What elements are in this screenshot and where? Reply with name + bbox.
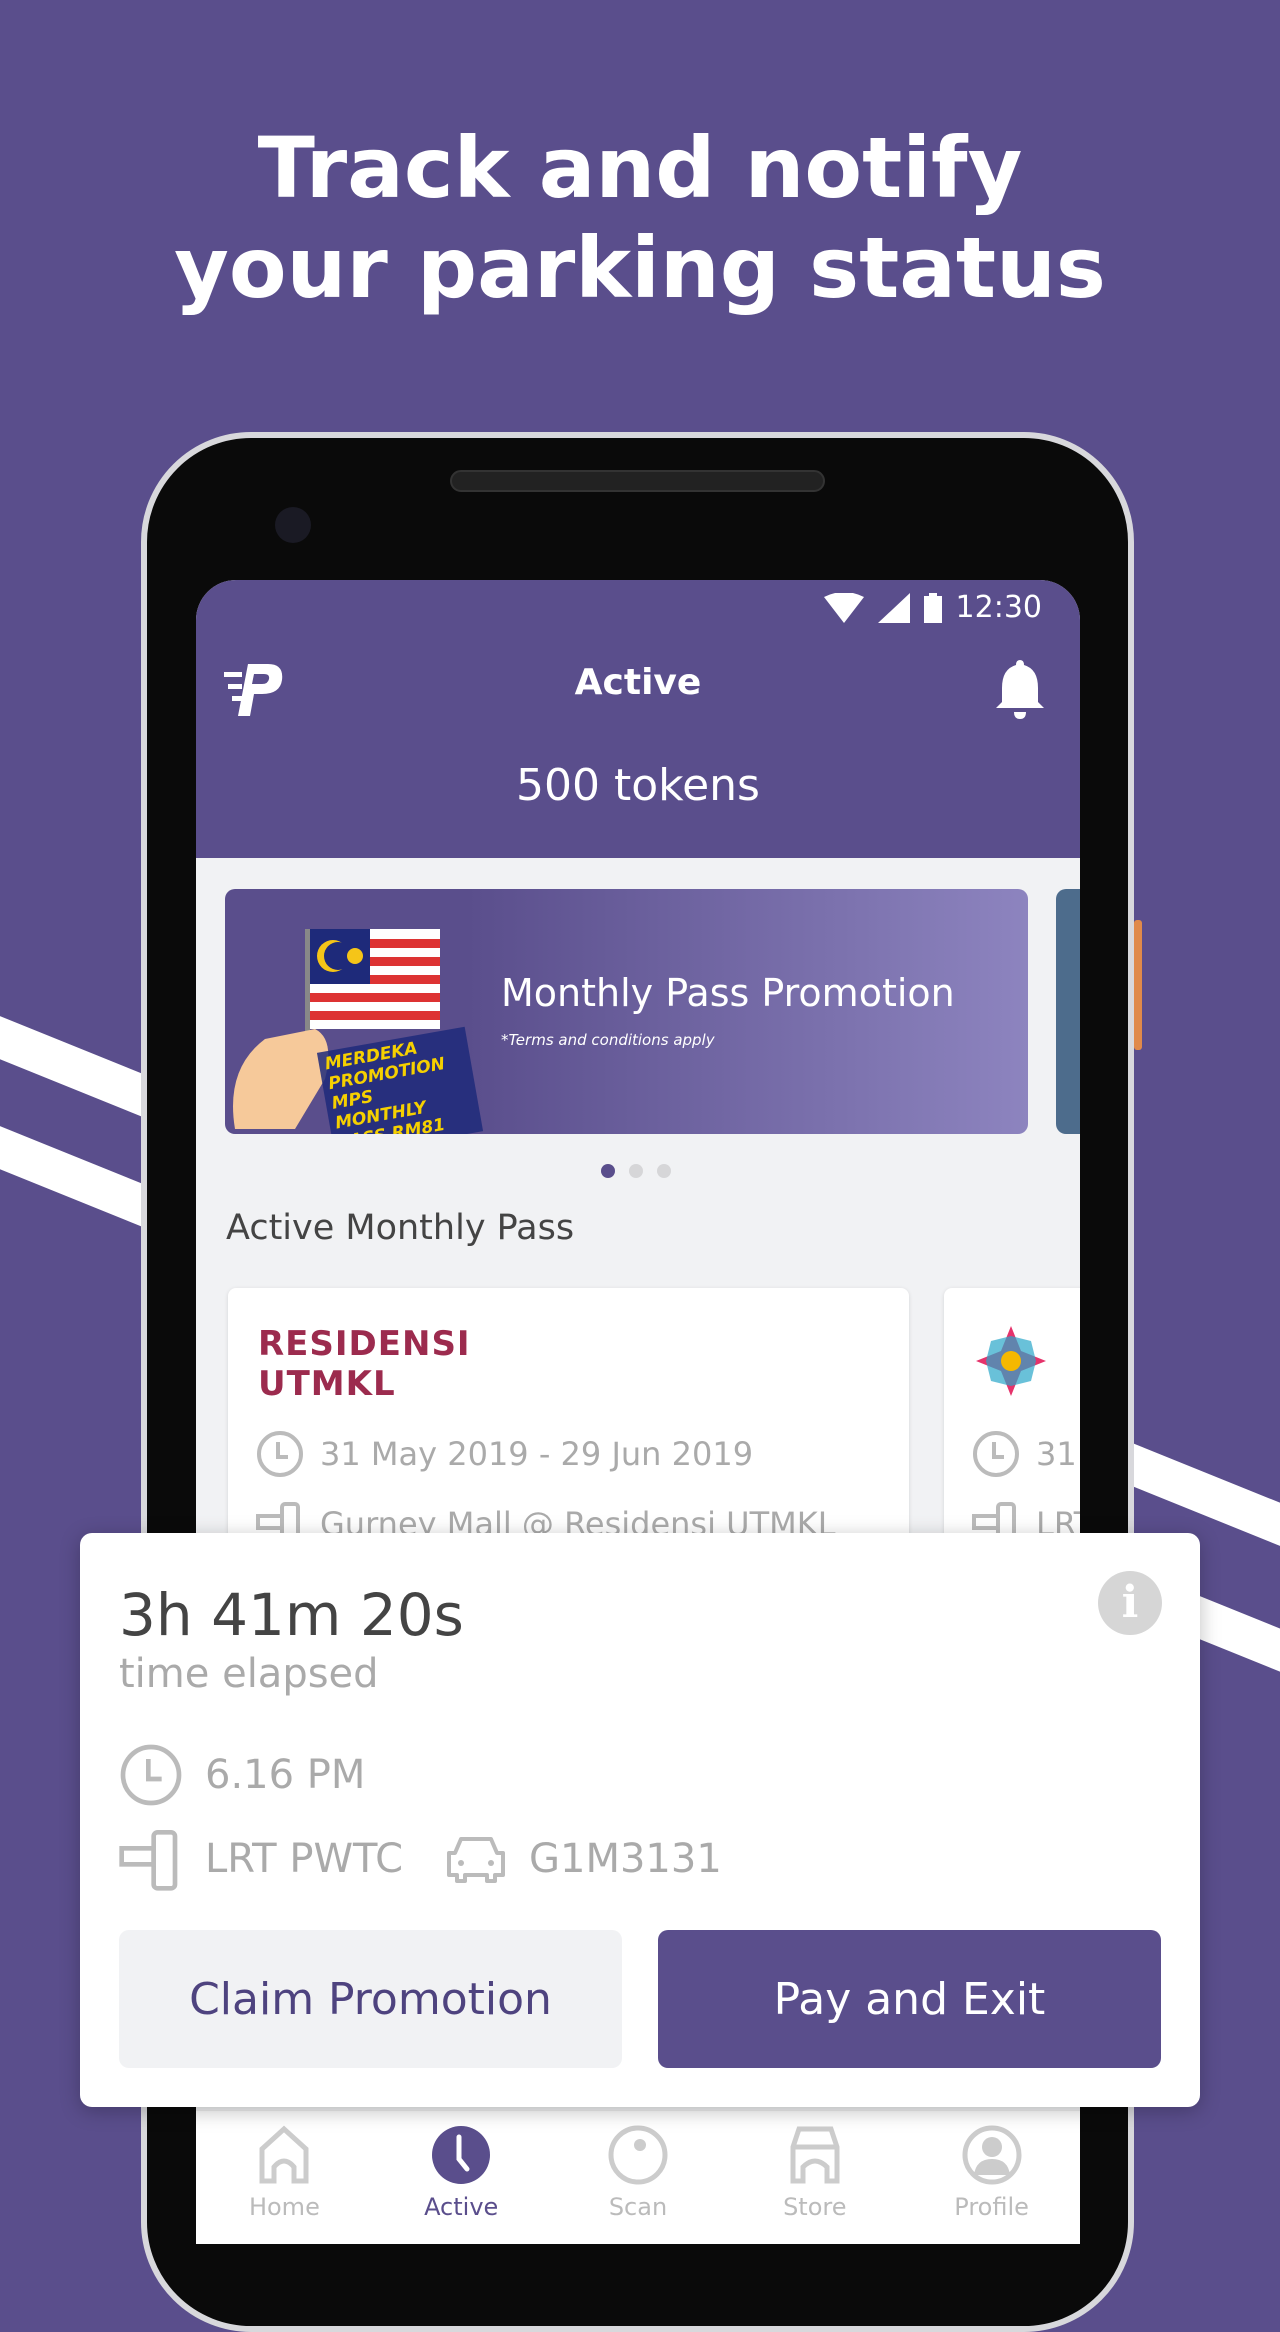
clock-icon xyxy=(120,1744,182,1806)
bell-icon[interactable] xyxy=(994,658,1046,720)
pay-and-exit-button[interactable]: Pay and Exit xyxy=(658,1930,1161,2068)
clock-icon xyxy=(973,1431,1019,1477)
pass-logo: RESIDENSI UTMKL xyxy=(258,1324,471,1404)
signal-icon xyxy=(877,592,910,623)
page-title: Active xyxy=(574,662,702,703)
plate-number: G1M3131 xyxy=(529,1836,722,1882)
headline: Track and notify your parking status xyxy=(174,119,1106,317)
clock-icon xyxy=(257,1431,303,1477)
gate-icon xyxy=(119,1830,178,1891)
token-balance: 500 tokens xyxy=(516,760,760,811)
parking-session-card: 3h 41m 20s time elapsed i 6.16 PM LRT PW… xyxy=(80,1533,1200,2107)
nav-home[interactable]: Home xyxy=(196,2111,373,2244)
clock-icon xyxy=(432,2126,491,2184)
section-heading: Active Monthly Pass xyxy=(226,1208,575,1248)
nav-store[interactable]: Store xyxy=(726,2111,903,2244)
session-details: LRT PWTC G1M3131 xyxy=(119,1827,722,1891)
pass-dates: 31 May 2019 - 29 Jun 2019 xyxy=(256,1430,753,1478)
nav-active[interactable]: Active xyxy=(373,2111,550,2244)
banner-subtitle: *Terms and conditions apply xyxy=(501,1031,715,1049)
nav-profile[interactable]: Profile xyxy=(903,2111,1080,2244)
home-icon xyxy=(259,2125,309,2184)
phone-camera xyxy=(275,507,311,543)
wifi-icon xyxy=(823,592,864,623)
car-icon xyxy=(447,1837,506,1883)
banner-title: Monthly Pass Promotion xyxy=(501,971,955,1015)
scan-icon xyxy=(608,2125,668,2185)
promo-banner[interactable]: MERDEKA PROMOTION MPS MONTHLY PASS RM81 … xyxy=(225,889,1028,1134)
session-start: 6.16 PM xyxy=(119,1743,365,1807)
carousel-dots xyxy=(601,1164,671,1178)
phone-side-button xyxy=(1134,920,1142,1050)
nav-scan[interactable]: Scan xyxy=(550,2111,727,2244)
elapsed-label: time elapsed xyxy=(119,1651,379,1697)
session-location: LRT PWTC xyxy=(205,1836,404,1882)
pass-dates: 31 xyxy=(972,1430,1077,1478)
app-bar: 12:30 Active 500 tokens xyxy=(196,580,1080,858)
battery-icon xyxy=(923,592,942,623)
phone-speaker xyxy=(450,470,825,492)
info-icon[interactable]: i xyxy=(1098,1571,1162,1635)
elapsed-time: 3h 41m 20s xyxy=(119,1581,464,1649)
pass-logo-star-icon xyxy=(976,1326,1046,1396)
carousel-dot[interactable] xyxy=(657,1164,671,1178)
carousel-dot[interactable] xyxy=(629,1164,643,1178)
status-bar: 12:30 xyxy=(823,590,1042,625)
bottom-nav: Home Active Scan Store Profile xyxy=(196,2110,1080,2244)
store-icon xyxy=(790,2126,840,2184)
carousel-dot[interactable] xyxy=(601,1164,615,1178)
status-time: 12:30 xyxy=(955,590,1042,625)
claim-promotion-button[interactable]: Claim Promotion xyxy=(119,1930,622,2068)
profile-icon xyxy=(962,2125,1022,2185)
next-banner[interactable] xyxy=(1056,889,1080,1134)
